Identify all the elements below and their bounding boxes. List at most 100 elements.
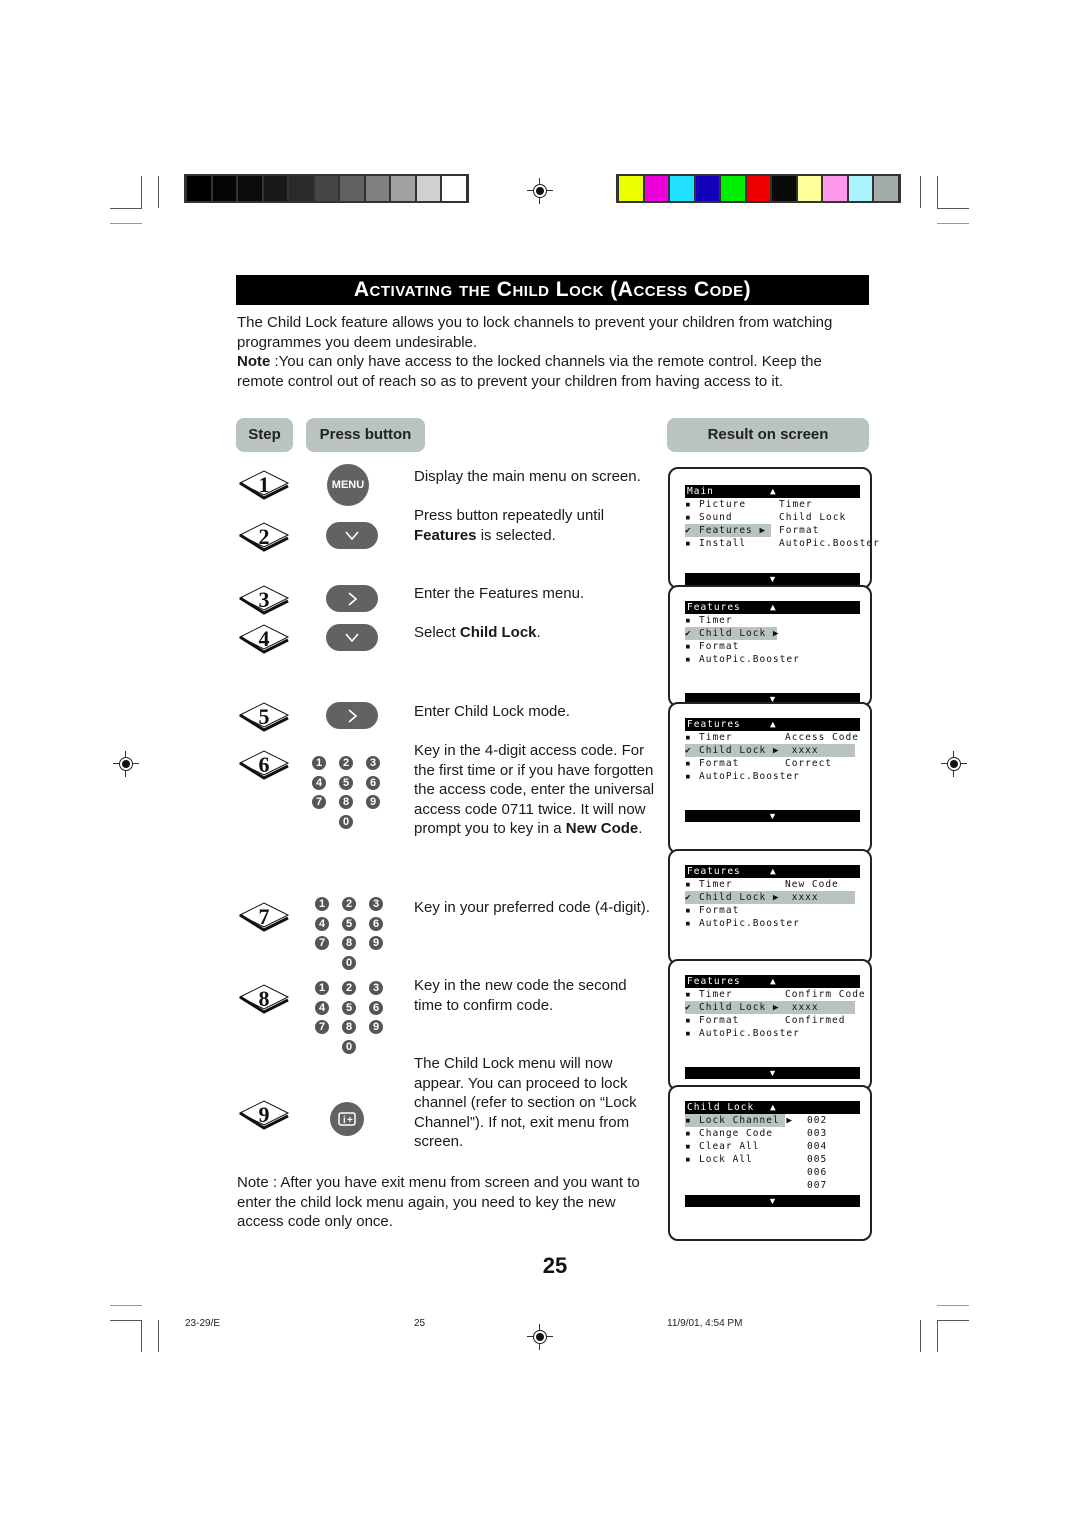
item-label: Features ▶: [699, 525, 767, 536]
bullet-icon: ▪: [685, 758, 692, 769]
osd-menu-item[interactable]: ▪ Timer New Code: [685, 878, 860, 891]
down-button[interactable]: [326, 624, 378, 651]
digit-key-0[interactable]: 0: [342, 955, 356, 970]
digit-key-0[interactable]: 0: [342, 1039, 356, 1054]
item-label: Child Lock ▶: [699, 628, 780, 639]
osd-menu: Main ▲ ▪ Picture Timer ▪ Sound Child Lock ✔ Featu…: [685, 485, 879, 550]
bullet-icon: ▪: [685, 879, 692, 890]
digit-key-6[interactable]: 6: [369, 1000, 383, 1015]
osd-menu-item[interactable]: ▪ Format: [685, 640, 860, 653]
osd-menu-item[interactable]: ▪ Install AutoPic.Booster: [685, 537, 879, 550]
osd-menu: Features ▲ ▪ Timer Access Code ✔ Child Lock ▶ …: [685, 718, 860, 783]
svg-text:1: 1: [259, 472, 270, 497]
digit-key-8[interactable]: 8: [342, 1020, 356, 1034]
digit-key-7[interactable]: 7: [315, 1020, 329, 1034]
down-arrow-icon: ▼: [685, 1067, 860, 1079]
info-button[interactable]: i +: [330, 1102, 364, 1136]
osd-menu: Features ▲ ▪ Timer Confirm Code ✔ Child Lock ▶…: [685, 975, 865, 1040]
osd-menu-item[interactable]: ▪ Lock All 005: [685, 1153, 860, 1166]
osd-menu-item[interactable]: ▪ AutoPic.Booster: [685, 1027, 860, 1040]
osd-menu-item[interactable]: ✔ Child Lock ▶: [685, 627, 860, 640]
osd-menu-item[interactable]: ▪ Sound Child Lock: [685, 511, 860, 524]
section-title: Activating the Child Lock (Access Code): [236, 275, 869, 305]
digit-key-5[interactable]: 5: [339, 775, 353, 790]
osd-menu-item[interactable]: ▪ Clear All 004: [685, 1140, 860, 1153]
osd-menu: Features ▲ ▪ Timer ✔ Child Lock ▶ ▪ Format ▪ Auto…: [685, 601, 860, 666]
digit-key-3[interactable]: 3: [369, 897, 383, 911]
color-swatch: [340, 176, 364, 201]
osd-menu-item[interactable]: ▪ Picture Timer: [685, 498, 860, 511]
osd-menu-item[interactable]: ▪ Timer Confirm Code: [685, 988, 865, 1001]
step-text: Enter the Features menu.: [414, 585, 585, 602]
digit-key-5[interactable]: 5: [342, 1000, 356, 1015]
digit-key-8[interactable]: 8: [342, 936, 356, 950]
svg-text:3: 3: [259, 587, 270, 612]
digit-key-7[interactable]: 7: [312, 795, 326, 809]
osd-menu-item[interactable]: 006: [685, 1166, 860, 1179]
osd-menu-item[interactable]: ✔ Features ▶ Format: [685, 524, 860, 537]
digit-key-4[interactable]: 4: [312, 775, 326, 790]
digit-key-1[interactable]: 1: [315, 981, 329, 995]
item-label: Child Lock ▶: [699, 745, 780, 756]
osd-menu-item[interactable]: ▪ Timer Access Code: [685, 731, 860, 744]
osd-menu-item[interactable]: ▪ AutoPic.Booster: [685, 653, 860, 666]
digit-key-9[interactable]: 9: [366, 795, 380, 809]
digit-key-3[interactable]: 3: [369, 981, 383, 995]
crop-mark: [937, 1320, 938, 1352]
osd-menu-title: Child Lock ▲: [685, 1101, 860, 1114]
digit-key-4[interactable]: 4: [315, 916, 329, 931]
crop-mark: [920, 1320, 921, 1352]
osd-menu-item[interactable]: ▪ AutoPic.Booster: [685, 770, 860, 783]
osd-menu-item[interactable]: ▪ Format Confirmed: [685, 1014, 860, 1027]
right-button[interactable]: [326, 702, 378, 729]
color-swatch: [670, 176, 694, 201]
digit-key-6[interactable]: 6: [366, 775, 380, 790]
menu-button[interactable]: MENU: [327, 464, 369, 506]
color-swatch: [644, 176, 668, 201]
bullet-icon: ▪: [685, 512, 692, 523]
digit-key-2[interactable]: 2: [342, 897, 356, 911]
osd-menu-item[interactable]: ✔ Child Lock ▶ xxxx: [685, 1001, 860, 1014]
digit-key-2[interactable]: 2: [342, 981, 356, 995]
up-arrow-icon: ▲: [770, 866, 777, 877]
right-button[interactable]: [326, 585, 378, 612]
digit-key-8[interactable]: 8: [339, 795, 353, 809]
osd-menu-item[interactable]: ▪ AutoPic.Booster: [685, 917, 860, 930]
down-button[interactable]: [326, 522, 378, 549]
step-6-description: Key in the 4-digit access code. For the …: [414, 741, 659, 839]
item-value: 004: [807, 1141, 828, 1152]
registration-mark-icon: [527, 1324, 553, 1350]
osd-menu-item[interactable]: ▪ Change Code 003: [685, 1127, 860, 1140]
osd-menu-item[interactable]: ▪ Lock Channel ▶ 002: [685, 1114, 860, 1127]
digit-key-0[interactable]: 0: [339, 814, 353, 829]
osd-menu-item[interactable]: ▪ Format: [685, 904, 860, 917]
item-value: 005: [807, 1154, 828, 1165]
item-label: Format: [699, 758, 740, 769]
osd-menu-item[interactable]: ▪ Format Correct: [685, 757, 860, 770]
osd-menu-item[interactable]: ✔ Child Lock ▶ xxxx: [685, 891, 860, 904]
step-text: The Child Lock menu will now appear. You…: [414, 1055, 637, 1151]
bullet-icon: ▪: [685, 615, 692, 626]
item-label: AutoPic.Booster: [699, 654, 800, 665]
footer-doc-code: 23-29/E: [185, 1318, 221, 1329]
digit-key-7[interactable]: 7: [315, 936, 329, 950]
step-1-description: Display the main menu on screen.: [414, 467, 659, 487]
digit-key-3[interactable]: 3: [366, 756, 380, 770]
osd-menu-item[interactable]: ✔ Child Lock ▶ xxxx: [685, 744, 860, 757]
digit-key-1[interactable]: 1: [315, 897, 329, 911]
color-swatch: [619, 176, 643, 201]
item-label: AutoPic.Booster: [699, 1028, 800, 1039]
osd-menu-item[interactable]: ▪ Timer: [685, 614, 860, 627]
osd-menu-item[interactable]: 007: [685, 1179, 860, 1192]
crop-mark: [110, 208, 142, 209]
digit-key-9[interactable]: 9: [369, 1020, 383, 1034]
digit-key-2[interactable]: 2: [339, 756, 353, 770]
digit-key-6[interactable]: 6: [369, 916, 383, 931]
digit-key-1[interactable]: 1: [312, 756, 326, 770]
item-label: Lock All: [699, 1154, 753, 1165]
digit-key-9[interactable]: 9: [369, 936, 383, 950]
digit-key-5[interactable]: 5: [342, 916, 356, 931]
step-text: Enter Child Lock mode.: [414, 703, 570, 720]
item-value: 006: [807, 1167, 828, 1178]
digit-key-4[interactable]: 4: [315, 1000, 329, 1015]
